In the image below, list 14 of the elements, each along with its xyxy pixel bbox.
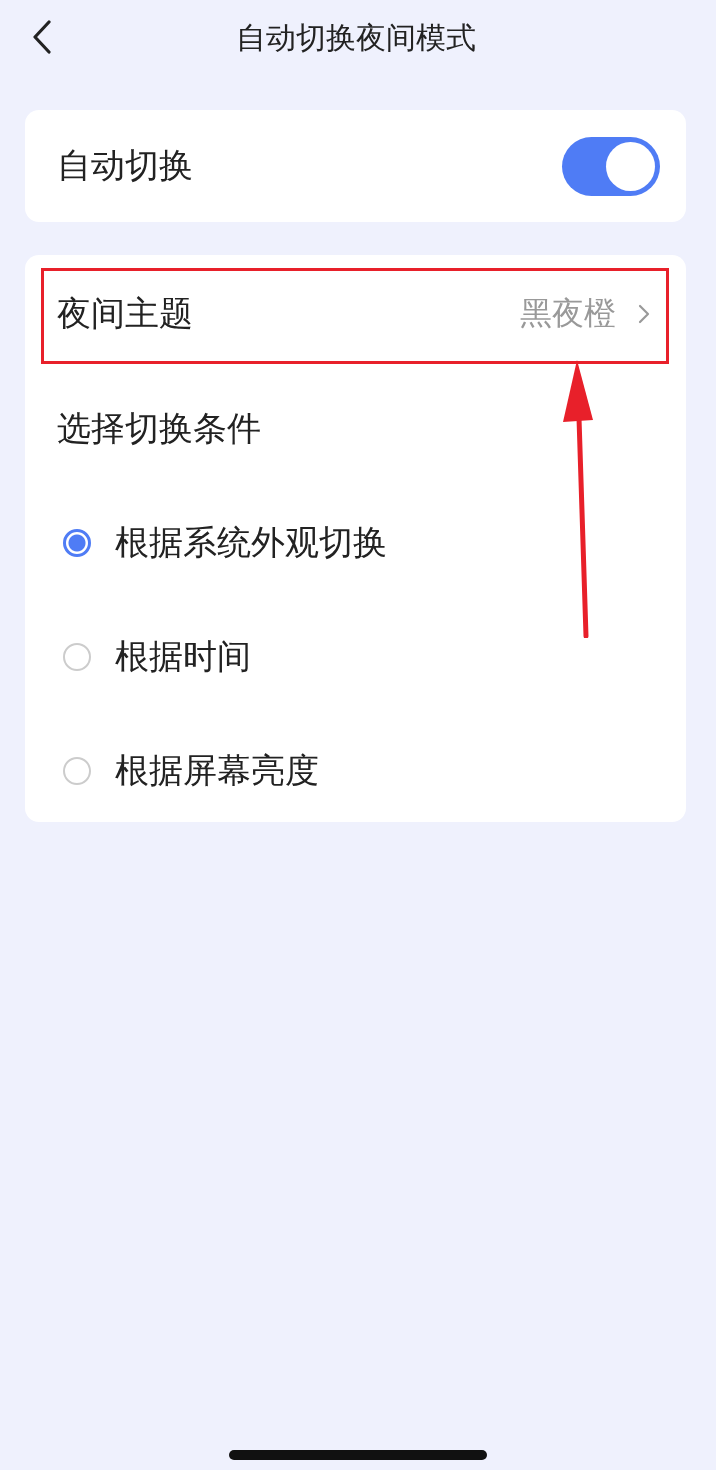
radio-option[interactable]: 根据系统外观切换: [25, 486, 686, 600]
theme-row[interactable]: 夜间主题 黑夜橙: [25, 256, 686, 372]
radio-button[interactable]: [63, 757, 91, 785]
chevron-right-icon: [638, 304, 650, 324]
radio-option[interactable]: 根据屏幕亮度: [25, 714, 686, 828]
section-heading: 选择切换条件: [57, 407, 261, 450]
radio-button[interactable]: [63, 529, 91, 557]
setting-label: 自动切换: [57, 144, 193, 187]
setting-value: 黑夜橙: [520, 293, 616, 334]
setting-label: 夜间主题: [57, 292, 194, 335]
back-icon[interactable]: [32, 20, 52, 54]
page-title: 自动切换夜间模式: [235, 18, 476, 57]
radio-option[interactable]: 根据时间: [25, 600, 686, 714]
radio-button[interactable]: [63, 643, 91, 671]
